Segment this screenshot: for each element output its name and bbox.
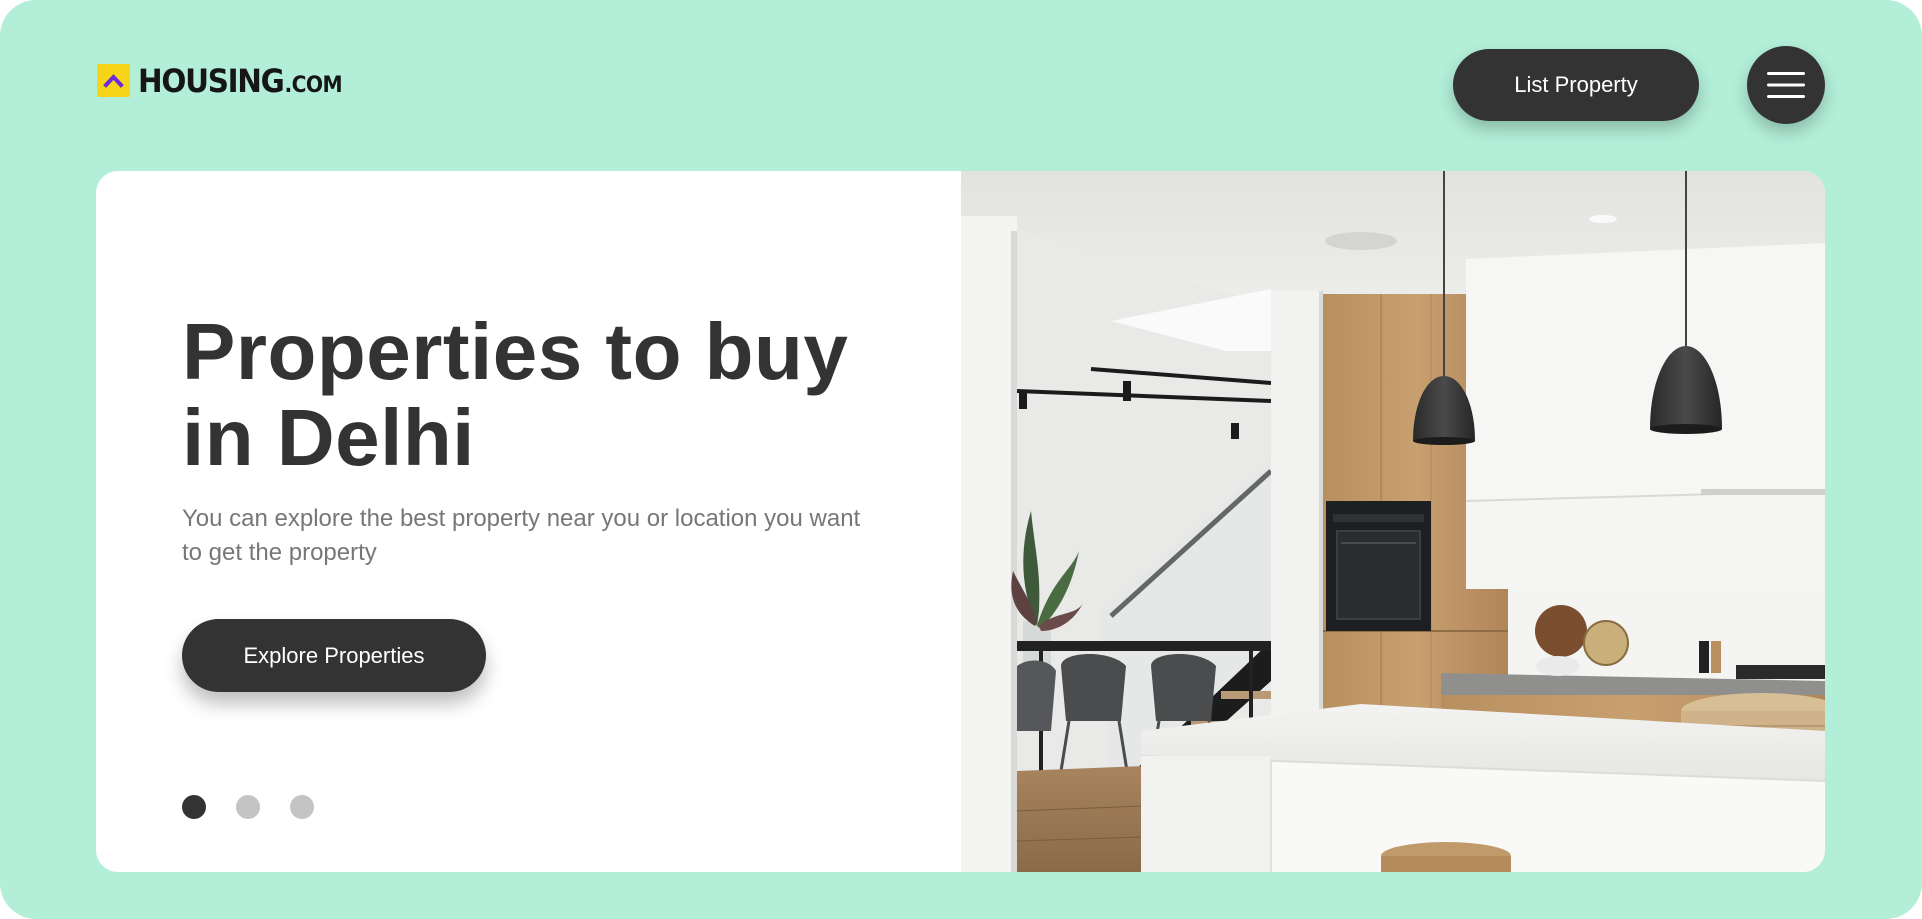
hero-card: Properties to buy in Delhi You can explo… xyxy=(96,171,1825,872)
logo-suffix: .COM xyxy=(284,72,343,98)
list-property-button[interactable]: List Property xyxy=(1453,49,1699,121)
hamburger-menu-icon xyxy=(1767,72,1805,98)
explore-properties-button[interactable]: Explore Properties xyxy=(182,619,486,692)
carousel-dot-1[interactable] xyxy=(182,795,206,819)
explore-properties-label: Explore Properties xyxy=(243,642,425,668)
housing-logo[interactable]: HOUSING .COM xyxy=(97,64,360,97)
logo-chevron-icon xyxy=(97,64,130,97)
carousel-dot-2[interactable] xyxy=(236,795,260,819)
hero-title: Properties to buy in Delhi xyxy=(182,309,902,481)
list-property-label: List Property xyxy=(1514,72,1638,97)
menu-button[interactable] xyxy=(1747,46,1825,124)
hero-text-panel: Properties to buy in Delhi You can explo… xyxy=(96,171,961,872)
kitchen-interior-photo xyxy=(961,171,1825,872)
page-background: HOUSING .COM List Property Properties to … xyxy=(0,0,1922,919)
hero-subtitle: You can explore the best property near y… xyxy=(182,505,861,566)
carousel-dot-3[interactable] xyxy=(290,795,314,819)
hero-title-line2: in Delhi xyxy=(182,393,475,482)
logo-text: HOUSING xyxy=(138,61,285,100)
hero-title-line1: Properties to buy xyxy=(182,307,849,396)
logo-wordmark: HOUSING .COM xyxy=(138,61,343,100)
carousel-dots xyxy=(182,795,314,819)
